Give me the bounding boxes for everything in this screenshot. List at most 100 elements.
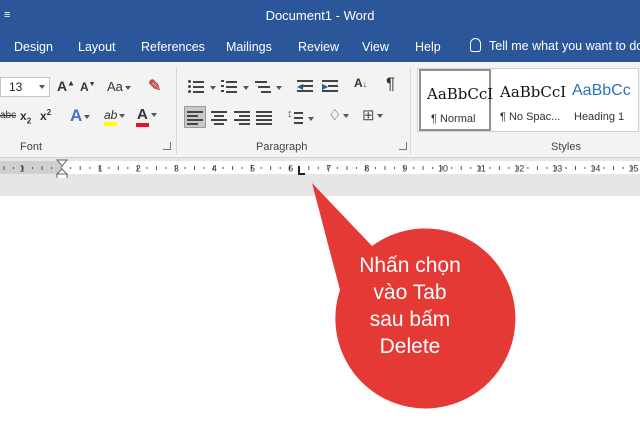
shrink-font-button[interactable]: A▼	[80, 80, 96, 94]
ruler-number: 2	[136, 164, 141, 174]
decrease-indent-icon[interactable]: ◀	[297, 79, 313, 93]
font-size-combobox[interactable]: 13	[0, 77, 50, 97]
font-color-icon: A	[136, 106, 149, 127]
ruler-gutter	[0, 178, 640, 196]
callout-text: Nhấn chọn vào Tab sau bấm Delete	[330, 252, 490, 360]
clear-formatting-icon[interactable]: ✎	[148, 76, 161, 96]
tab-design[interactable]: Design	[14, 40, 53, 54]
borders-icon[interactable]: ⊞	[362, 106, 383, 124]
paragraph-group-label: Paragraph	[256, 141, 308, 153]
style-sample: AaBbCcI	[427, 85, 494, 103]
change-case-button[interactable]: Aa	[107, 79, 131, 94]
title-bar: ≡ Document1 - Word	[0, 0, 640, 32]
tab-references[interactable]: References	[141, 40, 205, 54]
horizontal-ruler[interactable]: 1 1 2 3 4 5 6 7 8 9 10 11 12 13 14 15	[0, 159, 640, 180]
ribbon: 13 A▲ A▼ Aa ✎ abc x2 x2 A ab A Font ◀ ▶ …	[0, 62, 640, 158]
line-spacing-icon[interactable]: ↕	[287, 108, 303, 124]
ruler-number: 1	[98, 164, 103, 174]
style-name: Heading 1	[574, 111, 625, 123]
tell-me-text: Tell me what you want to do	[489, 39, 640, 53]
chevron-down-icon[interactable]	[210, 86, 216, 90]
align-right-icon[interactable]	[234, 110, 250, 125]
ruler-number: 12	[514, 164, 524, 174]
tab-mailings[interactable]: Mailings	[226, 40, 272, 54]
font-size-value: 13	[9, 80, 23, 94]
ruler-number: 6	[288, 164, 293, 174]
numbering-icon[interactable]	[221, 79, 237, 93]
text-effects-button[interactable]: A	[70, 106, 91, 126]
ribbon-tabs: Design Layout References Mailings Review…	[0, 32, 640, 62]
callout-line: Nhấn chọn	[359, 254, 461, 277]
align-center-icon[interactable]	[211, 110, 227, 125]
left-tab-stop-icon[interactable]	[296, 166, 306, 176]
style-heading-1[interactable]: AaBbCc Heading 1	[568, 69, 640, 131]
ruler-number: 4	[212, 164, 217, 174]
window-title: Document1 - Word	[265, 8, 375, 23]
change-case-icon: Aa	[107, 79, 123, 94]
callout-line: vào Tab	[373, 281, 447, 304]
style-sample: AaBbCc	[572, 82, 631, 99]
strikethrough-button[interactable]: abc	[0, 110, 16, 121]
callout-line: sau bấm	[369, 308, 451, 331]
style-name: ¶ No Spac...	[500, 111, 561, 123]
ruler-number: 14	[590, 164, 600, 174]
font-color-button[interactable]: A	[136, 106, 157, 127]
style-normal[interactable]: AaBbCcI ¶ Normal	[419, 69, 494, 131]
chevron-down-icon[interactable]	[308, 117, 314, 121]
ruler-number: 7	[326, 164, 331, 174]
highlighter-icon: ab	[104, 108, 118, 126]
subscript-button[interactable]: x2	[20, 109, 31, 125]
group-divider	[176, 68, 177, 154]
show-formatting-marks-icon[interactable]: ¶	[386, 74, 395, 94]
font-dialog-launcher-icon[interactable]	[163, 142, 171, 150]
justify-icon[interactable]	[256, 110, 272, 125]
bullets-icon[interactable]	[188, 79, 204, 93]
callout-line: Delete	[379, 335, 441, 358]
indent-marker-icon[interactable]	[55, 158, 69, 180]
ruler-number: 10	[438, 164, 448, 174]
tab-help[interactable]: Help	[415, 40, 441, 54]
superscript-button[interactable]: x2	[40, 108, 51, 123]
styles-group-label: Styles	[551, 141, 581, 153]
sort-icon[interactable]: A↓	[354, 76, 367, 90]
grow-font-button[interactable]: A▲	[57, 78, 75, 94]
shading-icon[interactable]: ♢	[328, 106, 350, 124]
document-page[interactable]	[0, 196, 640, 421]
grow-font-icon: A	[57, 78, 68, 94]
align-left-button[interactable]	[184, 106, 206, 128]
font-group-label: Font	[20, 141, 43, 153]
style-name: ¶ Normal	[431, 113, 476, 125]
subscript-icon: x	[20, 109, 27, 123]
ruler-number: 1	[19, 164, 24, 174]
ruler-left-margin	[0, 161, 60, 174]
ruler-strip	[0, 161, 640, 174]
lightbulb-icon	[470, 38, 481, 52]
chevron-down-icon[interactable]	[243, 86, 249, 90]
shrink-font-icon: A	[80, 80, 89, 94]
tell-me-box[interactable]: Tell me what you want to do	[470, 38, 640, 53]
style-no-spacing[interactable]: AaBbCcI ¶ No Spac...	[494, 69, 567, 131]
ruler-number: 13	[552, 164, 562, 174]
chevron-down-icon[interactable]	[276, 86, 282, 90]
paragraph-dialog-launcher-icon[interactable]	[399, 142, 407, 150]
increase-indent-icon[interactable]: ▶	[322, 79, 338, 93]
text-highlight-button[interactable]: ab	[104, 108, 126, 126]
styles-gallery: AaBbCcI ¶ Normal AaBbCcI ¶ No Spac... Aa…	[417, 68, 639, 132]
ruler-number: 8	[364, 164, 369, 174]
chevron-down-icon	[39, 85, 45, 89]
group-divider	[410, 68, 411, 154]
ruler-scale: 1 1 2 3 4 5 6 7 8 9 10 11 12 13 14 15	[0, 161, 640, 174]
align-left-icon	[187, 110, 203, 125]
tab-review[interactable]: Review	[298, 40, 339, 54]
ruler-number: 5	[250, 164, 255, 174]
tab-layout[interactable]: Layout	[78, 40, 116, 54]
tab-view[interactable]: View	[362, 40, 389, 54]
ruler-number: 9	[402, 164, 407, 174]
ruler-number: 11	[476, 164, 485, 174]
superscript-icon: x	[40, 109, 47, 123]
multilevel-list-icon[interactable]	[255, 79, 271, 93]
ruler-number: 15	[628, 164, 638, 174]
ruler-number: 3	[174, 164, 179, 174]
text-effects-icon: A	[70, 106, 83, 125]
style-sample: AaBbCcI	[500, 83, 567, 101]
